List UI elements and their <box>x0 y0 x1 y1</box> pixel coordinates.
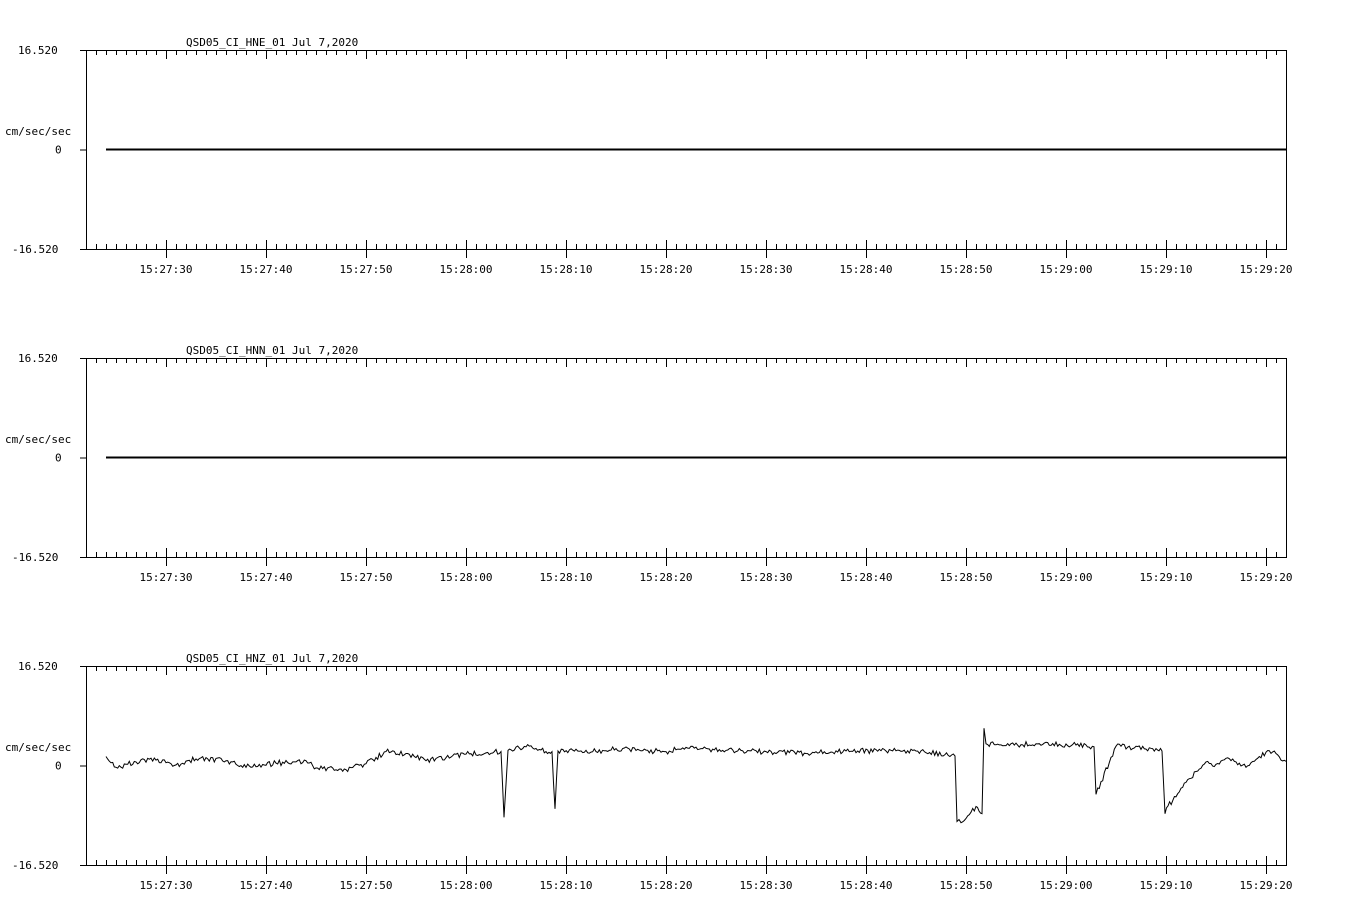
x-tick-label: 15:29:20 <box>1240 879 1293 892</box>
x-tick-label: 15:28:30 <box>740 879 793 892</box>
x-tick-label: 15:29:00 <box>1040 571 1093 584</box>
y-tick-label: 16.520 <box>18 660 58 673</box>
x-tick-label: 15:27:30 <box>140 263 193 276</box>
panel-title: QSD05_CI_HNE_01 Jul 7,2020 <box>186 36 358 49</box>
y-tick-label: 0 <box>55 452 62 465</box>
x-tick-label: 15:28:00 <box>440 879 493 892</box>
x-tick-label: 15:28:50 <box>940 879 993 892</box>
x-tick-label: 15:27:40 <box>240 263 293 276</box>
x-tick-label: 15:28:40 <box>840 263 893 276</box>
x-tick-label: 15:28:10 <box>540 571 593 584</box>
plot-frame <box>86 666 1287 866</box>
y-tick-label: -16.520 <box>12 859 58 872</box>
x-tick-label: 15:28:40 <box>840 571 893 584</box>
x-tick-label: 15:28:50 <box>940 263 993 276</box>
y-tick-label: 0 <box>55 144 62 157</box>
x-tick-label: 15:29:10 <box>1140 571 1193 584</box>
x-tick-label: 15:28:50 <box>940 571 993 584</box>
y-axis-label: cm/sec/sec <box>5 125 71 138</box>
x-tick-label: 15:28:10 <box>540 263 593 276</box>
x-tick-label: 15:28:20 <box>640 263 693 276</box>
x-tick-label: 15:27:50 <box>340 571 393 584</box>
x-tick-label: 15:29:10 <box>1140 263 1193 276</box>
x-tick-label: 15:29:10 <box>1140 879 1193 892</box>
x-tick-label: 15:27:30 <box>140 571 193 584</box>
y-tick-label: 0 <box>55 760 62 773</box>
x-tick-label: 15:27:40 <box>240 571 293 584</box>
y-axis-label: cm/sec/sec <box>5 433 71 446</box>
x-tick-label: 15:27:50 <box>340 263 393 276</box>
y-tick-label: -16.520 <box>12 243 58 256</box>
y-axis-label: cm/sec/sec <box>5 741 71 754</box>
x-tick-label: 15:28:20 <box>640 879 693 892</box>
panel-2: QSD05_CI_HNN_01 Jul 7,2020 cm/sec/sec 16.5… <box>5 344 1292 584</box>
x-tick-label: 15:29:00 <box>1040 263 1093 276</box>
x-tick-label: 15:28:30 <box>740 571 793 584</box>
y-tick-label: -16.520 <box>12 551 58 564</box>
panel-1: QSD05_CI_HNE_01 Jul 7,2020 cm/sec/sec 16.5… <box>5 36 1292 276</box>
panel-title: QSD05_CI_HNN_01 Jul 7,2020 <box>186 344 358 357</box>
x-tick-label: 15:28:30 <box>740 263 793 276</box>
x-tick-label: 15:28:20 <box>640 571 693 584</box>
x-tick-label: 15:27:50 <box>340 879 393 892</box>
x-tick-label: 15:29:20 <box>1240 571 1293 584</box>
x-tick-label: 15:27:40 <box>240 879 293 892</box>
panel-title: QSD05_CI_HNZ_01 Jul 7,2020 <box>186 652 358 665</box>
seismogram-figure: QSD05_CI_HNE_01 Jul 7,2020 cm/sec/sec 16.5… <box>5 36 1292 892</box>
panel-3: QSD05_CI_HNZ_01 Jul 7,2020 cm/sec/sec 16.5… <box>5 652 1292 892</box>
x-tick-label: 15:28:00 <box>440 263 493 276</box>
x-tick-label: 15:28:40 <box>840 879 893 892</box>
x-tick-label: 15:28:00 <box>440 571 493 584</box>
y-tick-label: 16.520 <box>18 44 58 57</box>
x-tick-label: 15:29:20 <box>1240 263 1293 276</box>
x-tick-label: 15:27:30 <box>140 879 193 892</box>
x-tick-label: 15:29:00 <box>1040 879 1093 892</box>
y-tick-label: 16.520 <box>18 352 58 365</box>
series-trace <box>105 728 1287 824</box>
x-tick-label: 15:28:10 <box>540 879 593 892</box>
